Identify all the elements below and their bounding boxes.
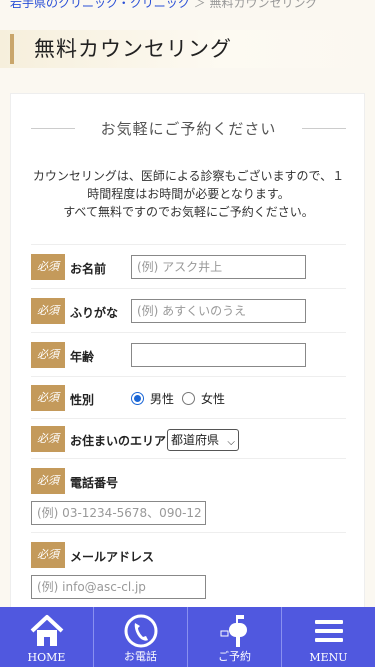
age-input[interactable]	[131, 343, 306, 367]
email-row: 必須 メールアドレス (例) info@asc-cl.jp	[31, 532, 346, 606]
nav-home-label: HOME	[27, 651, 66, 664]
gender-label: 性別	[70, 393, 95, 407]
nav-reserve-label: ご予約	[218, 650, 251, 663]
nav-menu[interactable]: MENU	[282, 607, 375, 667]
nav-phone[interactable]: お電話	[94, 607, 188, 667]
email-label: メールアドレス	[70, 550, 155, 564]
area-label: お住まいのエリア	[70, 434, 167, 448]
form-intro: カウンセリングは、医師による診察もございますので、１ 時間程度はお時間が必要とな…	[25, 167, 352, 221]
phone-label: 電話番号	[70, 476, 119, 490]
age-row: 必須 年齢	[31, 332, 346, 376]
required-badge: 必須	[31, 468, 65, 494]
phone-input[interactable]: (例) 03-1234-5678、090-12	[31, 501, 206, 525]
page-title-band: 無料カウンセリング	[0, 30, 375, 68]
furigana-input[interactable]: (例) あすくいのうえ	[131, 299, 306, 323]
required-badge: 必須	[31, 342, 65, 368]
gender-row: 必須 性別 男性 女性	[31, 376, 346, 418]
intro-line: カウンセリングは、医師による診察もございますので、１	[32, 169, 345, 183]
gender-option-label: 男性	[150, 392, 175, 406]
title-accent-bar	[10, 34, 14, 64]
form-heading-text: お気軽にご予約ください	[100, 120, 277, 138]
name-input[interactable]: (例) アスク井上	[131, 255, 306, 279]
reservation-form: お気軽にご予約ください カウンセリングは、医師による診察もございますので、１ 時…	[10, 93, 365, 653]
prefecture-select[interactable]: 都道府県 ⌵	[167, 429, 239, 451]
form-heading: お気軽にご予約ください	[31, 118, 346, 138]
chevron-down-icon: ⌵	[227, 437, 235, 448]
menu-icon	[282, 613, 375, 649]
name-label: お名前	[70, 262, 107, 276]
name-row: 必須 お名前 (例) アスク井上	[31, 244, 346, 288]
nav-reserve[interactable]: ご予約	[188, 607, 282, 667]
breadcrumb: 岩手県のクリニック・クリニック ＞ 無料カウンセリング	[10, 0, 370, 8]
breadcrumb-current: 無料カウンセリング	[209, 0, 318, 8]
phone-row: 必須 電話番号 (例) 03-1234-5678、090-12	[31, 458, 346, 532]
breadcrumb-separator: ＞	[193, 0, 206, 8]
required-badge: 必須	[31, 254, 65, 280]
page-title: 無料カウンセリング	[34, 37, 232, 61]
furigana-label: ふりがな	[70, 306, 119, 320]
required-badge: 必須	[31, 385, 65, 411]
required-badge: 必須	[31, 426, 65, 452]
prefecture-select-value: 都道府県	[171, 433, 220, 447]
gender-radio-male[interactable]	[131, 392, 144, 405]
email-input[interactable]: (例) info@asc-cl.jp	[31, 575, 206, 599]
area-row: 必須 お住まいのエリア 都道府県 ⌵	[31, 418, 346, 458]
phone-icon	[94, 613, 187, 649]
age-label: 年齢	[70, 350, 95, 364]
nav-menu-label: MENU	[309, 651, 348, 664]
gender-options: 男性 女性	[131, 390, 233, 407]
nav-phone-label: お電話	[124, 650, 157, 663]
mailbox-icon	[188, 613, 281, 649]
required-badge: 必須	[31, 542, 65, 568]
heading-line-right	[302, 128, 346, 129]
required-badge: 必須	[31, 298, 65, 324]
furigana-row: 必須 ふりがな (例) あすくいのうえ	[31, 288, 346, 332]
gender-radio-female[interactable]	[182, 392, 196, 405]
nav-home[interactable]: HOME	[0, 607, 94, 667]
intro-line: すべて無料ですのでお気軽にご予約ください。	[63, 205, 314, 219]
breadcrumb-link[interactable]: 岩手県のクリニック・クリニック	[10, 0, 190, 8]
intro-line: 時間程度はお時間が必要となります。	[87, 187, 290, 201]
home-icon	[0, 613, 93, 649]
bottom-nav: HOME お電話 ご予約 MENU	[0, 607, 375, 667]
gender-option-label: 女性	[201, 392, 226, 406]
